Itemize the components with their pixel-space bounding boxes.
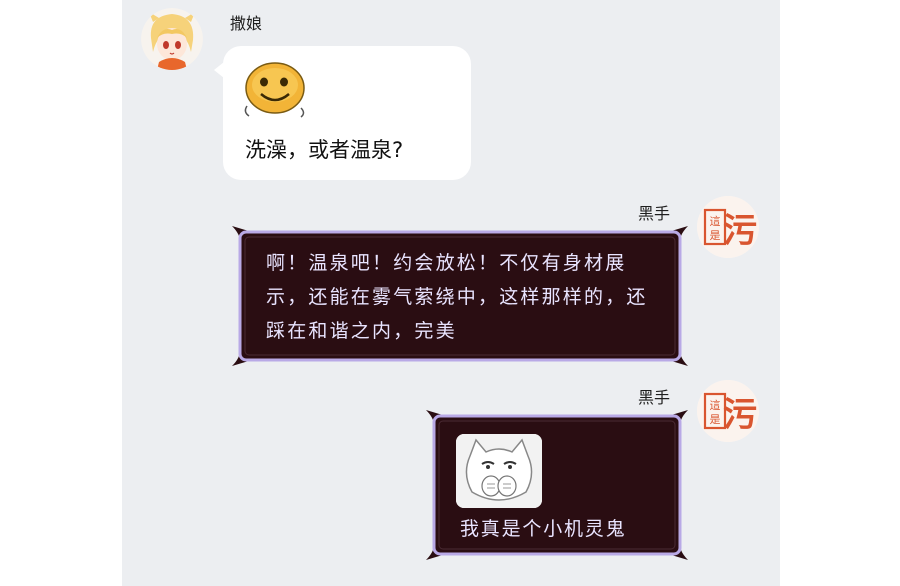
svg-text:污: 污 (723, 395, 757, 435)
message-text: 洗澡，或者温泉? (245, 138, 404, 162)
svg-text:污: 污 (723, 211, 757, 251)
message-bubble[interactable]: 啊！温泉吧！约会放松！不仅有身材展示，还能在雾气萦绕中，这样那样的，还踩在和谐之… (228, 222, 692, 370)
seal-stamp-avatar-icon: 這 是 污 (697, 196, 759, 258)
svg-text:是: 是 (710, 413, 721, 426)
smiley-face-icon[interactable] (239, 58, 309, 120)
seal-stamp-avatar-icon: 這 是 污 (697, 380, 759, 442)
cat-meme-icon[interactable] (456, 434, 542, 508)
chat-area: 撒娘 洗澡，或者温泉? 這 是 污 黑手 啊！温泉吧！约会放松！不仅有身材展示，… (122, 0, 780, 586)
message-bubble[interactable]: 洗澡，或者温泉? (214, 46, 471, 180)
sender-avatar[interactable]: 這 是 污 (697, 380, 759, 442)
sender-avatar[interactable]: 這 是 污 (697, 196, 759, 258)
svg-text:這: 這 (710, 398, 721, 412)
message-text: 我真是个小机灵鬼 (460, 518, 627, 540)
anime-girl-avatar-icon (141, 8, 203, 70)
message-text: 啊！温泉吧！约会放松！不仅有身材展示，还能在雾气萦绕中，这样那样的，还踩在和谐之… (266, 252, 648, 342)
sender-name: 黑手 (638, 204, 671, 223)
sender-avatar[interactable] (141, 8, 203, 70)
sender-name: 撒娘 (230, 14, 263, 33)
message-bubble[interactable]: 我真是个小机灵鬼 (422, 406, 692, 564)
bubble-tail (214, 62, 224, 78)
svg-text:這: 這 (710, 214, 721, 228)
svg-text:是: 是 (710, 229, 721, 242)
sender-name: 黑手 (638, 388, 671, 407)
